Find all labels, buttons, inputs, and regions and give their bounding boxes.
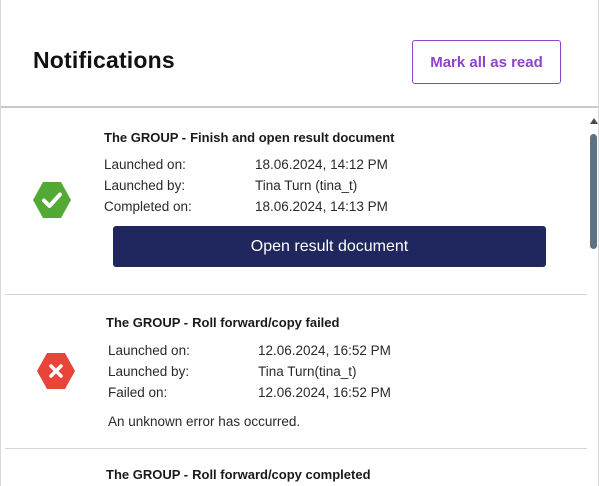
notification-item: The GROUP - Roll forward/copy failed Laun… [5, 295, 587, 449]
field-label: Launched by: [104, 178, 186, 193]
notification-group: The GROUP - [104, 130, 187, 145]
scrollbar-thumb[interactable] [590, 134, 597, 249]
field-value: 18.06.2024, 14:12 PM [255, 157, 388, 172]
error-message: An unknown error has occurred. [108, 414, 301, 429]
scroll-up-arrow-icon[interactable] [590, 118, 598, 124]
notification-title: The GROUP - Roll forward/copy failed [106, 315, 340, 330]
notification-list[interactable]: The GROUP - Finish and open result docume… [1, 110, 587, 486]
open-result-document-button[interactable]: Open result document [113, 226, 546, 267]
notification-title: The GROUP - Roll forward/copy completed [106, 467, 371, 482]
notification-group: The GROUP - [106, 467, 189, 482]
field-value: 18.06.2024, 14:13 PM [255, 199, 388, 214]
notification-item: The GROUP - Finish and open result docume… [5, 110, 587, 295]
field-label: Launched on: [108, 343, 190, 358]
notification-title: The GROUP - Finish and open result docume… [104, 130, 395, 145]
check-icon [33, 182, 71, 218]
close-icon [37, 353, 75, 389]
mark-all-as-read-button[interactable]: Mark all as read [412, 40, 561, 84]
scrollbar[interactable] [587, 112, 598, 486]
field-value: Tina Turn(tina_t) [258, 364, 357, 379]
field-value: 12.06.2024, 16:52 PM [258, 385, 391, 400]
field-value: Tina Turn (tina_t) [255, 178, 358, 193]
notification-item: The GROUP - Roll forward/copy completed [5, 449, 587, 486]
notifications-panel: Notifications Mark all as read The GROUP… [0, 0, 599, 486]
notification-group: The GROUP - [106, 315, 189, 330]
field-value: 12.06.2024, 16:52 PM [258, 343, 391, 358]
notifications-header: Notifications Mark all as read [1, 0, 598, 108]
field-label: Completed on: [104, 199, 192, 214]
field-label: Launched by: [108, 364, 190, 379]
field-label: Launched on: [104, 157, 186, 172]
page-title: Notifications [33, 47, 175, 73]
field-label: Failed on: [108, 385, 168, 400]
